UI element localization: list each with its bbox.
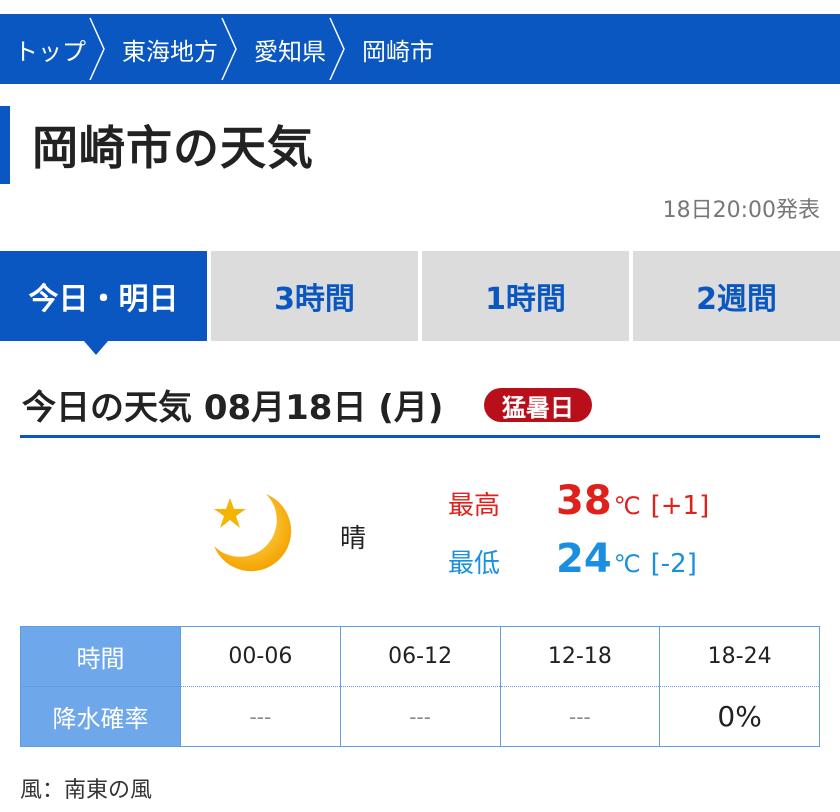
rain-probability-table: 時間 00-06 06-12 12-18 18-24 降水確率 --- --- … (20, 626, 820, 747)
high-temp-value: 38 (556, 478, 612, 524)
status-badge: 猛暑日 (484, 388, 592, 422)
moon-star-icon (204, 488, 296, 580)
rain-header: 降水確率 (20, 686, 181, 747)
time-header: 時間 (20, 626, 181, 687)
title-accent-bar (0, 106, 10, 184)
breadcrumb: トップ 東海地方 愛知県 岡崎市 (0, 14, 840, 84)
active-tab-pointer (84, 341, 108, 355)
section-title: 今日の天気 08月18日 (月) (22, 388, 444, 428)
breadcrumb-tokai-link[interactable]: 東海地方 (108, 14, 218, 84)
high-temp-diff: [+1] (650, 491, 710, 521)
tab-3hour[interactable]: 3時間 (211, 251, 418, 341)
table-cell: --- (499, 686, 661, 747)
breadcrumb-label: トップ (14, 37, 86, 66)
table-cell: 0% (659, 686, 820, 747)
tab-today-tomorrow[interactable]: 今日・明日 (0, 251, 207, 341)
page-title: 岡崎市の天気 (32, 121, 314, 175)
breadcrumb-aichi-link[interactable]: 愛知県 (240, 14, 326, 84)
table-row: 降水確率 --- --- --- 0% (20, 686, 820, 747)
chevron-right-icon (326, 14, 348, 84)
breadcrumb-current: 岡崎市 (348, 14, 434, 84)
low-temperature: 最低 24 ℃ [-2] (448, 536, 697, 582)
tab-1hour[interactable]: 1時間 (422, 251, 629, 341)
high-temperature: 最高 38 ℃ [+1] (448, 478, 709, 524)
breadcrumb-label: 岡崎市 (362, 37, 434, 66)
low-temp-label: 最低 (448, 549, 501, 579)
table-cell: 12-18 (499, 626, 661, 687)
table-cell: 18-24 (659, 626, 820, 687)
table-cell: --- (180, 686, 341, 747)
table-cell: 00-06 (180, 626, 341, 687)
breadcrumb-label: 東海地方 (122, 37, 218, 66)
chevron-right-icon (86, 14, 108, 84)
table-row: 時間 00-06 06-12 12-18 18-24 (20, 626, 820, 687)
weather-label: 晴 (340, 524, 367, 554)
breadcrumb-top-link[interactable]: トップ (0, 14, 86, 84)
low-temp-diff: [-2] (650, 549, 697, 579)
forecast-tabs: 今日・明日 3時間 1時間 2週間 (0, 251, 840, 341)
chevron-right-icon (218, 14, 240, 84)
low-temp-unit: ℃ (613, 550, 641, 578)
low-temp-value: 24 (556, 536, 612, 582)
wind-info: 風：南東の風 (20, 778, 153, 803)
high-temp-label: 最高 (448, 491, 501, 521)
table-cell: 06-12 (339, 626, 501, 687)
table-cell: --- (339, 686, 501, 747)
tab-2week[interactable]: 2週間 (633, 251, 840, 341)
section-heading: 今日の天気 08月18日 (月) 猛暑日 (20, 378, 820, 438)
breadcrumb-label: 愛知県 (254, 37, 326, 66)
high-temp-unit: ℃ (613, 492, 641, 520)
published-time: 18日20:00発表 (662, 198, 820, 223)
